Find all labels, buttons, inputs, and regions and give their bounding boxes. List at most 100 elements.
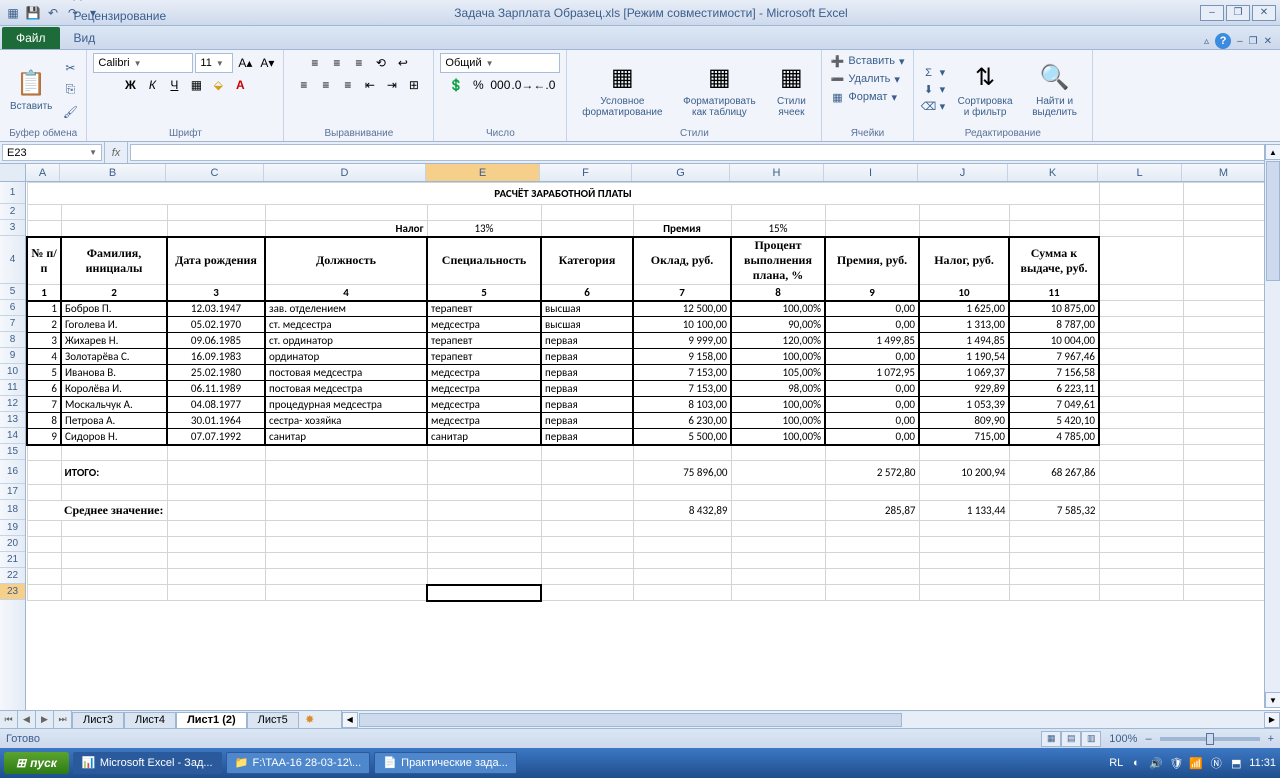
percent-icon[interactable]: % (468, 75, 488, 95)
normal-view-icon[interactable]: ▦ (1041, 731, 1061, 747)
decrease-decimal-icon[interactable]: ←.0 (534, 75, 554, 95)
merge-icon[interactable]: ⊞ (404, 75, 424, 95)
number-format-combo[interactable]: Общий▼ (440, 53, 560, 73)
row-header[interactable]: 10 (0, 364, 25, 380)
help-icon[interactable]: ? (1215, 33, 1231, 49)
row-header[interactable]: 3 (0, 220, 25, 236)
sheet-tab[interactable]: Лист4 (124, 712, 176, 728)
row-header[interactable]: 19 (0, 520, 25, 536)
taskbar-item[interactable]: 📄Практические зада... (374, 752, 517, 774)
cells[interactable]: РАСЧЁТ ЗАРАБОТНОЙ ПЛАТЫНалог13%Премия15%… (26, 182, 1268, 601)
page-break-view-icon[interactable]: ▥ (1081, 731, 1101, 747)
worksheet-grid[interactable]: ABCDEFGHIJKLM 12345678910111213141516171… (0, 164, 1280, 710)
start-button[interactable]: ⊞пуск (4, 752, 69, 774)
tab-last-icon[interactable]: ⏭ (54, 711, 72, 728)
minimize-button[interactable]: – (1200, 5, 1224, 21)
select-all-corner[interactable] (0, 164, 26, 181)
wrap-text-icon[interactable]: ↩ (393, 53, 413, 73)
shrink-font-icon[interactable]: A▾ (257, 53, 277, 73)
row-header[interactable]: 14 (0, 428, 25, 444)
zoom-out-icon[interactable]: – (1145, 733, 1151, 745)
name-box[interactable]: E23▼ (2, 144, 102, 161)
zoom-in-icon[interactable]: + (1268, 733, 1274, 745)
column-header[interactable]: D (264, 164, 426, 181)
excel-icon[interactable]: ▦ (4, 4, 22, 22)
new-sheet-button[interactable]: ✸ (299, 711, 321, 728)
cut-icon[interactable]: ✂ (60, 58, 80, 78)
format-painter-icon[interactable]: 🖌 (60, 102, 80, 122)
column-header[interactable]: M (1182, 164, 1266, 181)
align-bottom-icon[interactable]: ≡ (349, 53, 369, 73)
column-header[interactable]: L (1098, 164, 1182, 181)
close-button[interactable]: ✕ (1252, 5, 1276, 21)
row-header[interactable]: 15 (0, 444, 25, 460)
underline-button[interactable]: Ч (164, 75, 184, 95)
row-header[interactable]: 6 (0, 300, 25, 316)
sheet-tab[interactable]: Лист1 (2) (176, 712, 247, 728)
format-table-button[interactable]: ▦Форматировать как таблицу (675, 60, 763, 120)
align-center-icon[interactable]: ≡ (316, 75, 336, 95)
conditional-formatting-button[interactable]: ▦Условное форматирование (573, 60, 671, 120)
row-header[interactable]: 5 (0, 284, 25, 300)
row-header[interactable]: 7 (0, 316, 25, 332)
fill-button[interactable]: ⬇▾ (920, 82, 948, 98)
italic-button[interactable]: К (142, 75, 162, 95)
align-left-icon[interactable]: ≡ (294, 75, 314, 95)
row-header[interactable]: 20 (0, 536, 25, 552)
fill-color-icon[interactable]: ⬙ (208, 75, 228, 95)
find-select-button[interactable]: 🔍Найти и выделить (1023, 60, 1086, 120)
bold-button[interactable]: Ж (120, 75, 140, 95)
font-color-icon[interactable]: А (230, 75, 250, 95)
scroll-left-icon[interactable]: ◀ (342, 712, 358, 728)
row-header[interactable]: 17 (0, 484, 25, 500)
row-header[interactable]: 4 (0, 236, 25, 284)
tab-next-icon[interactable]: ▶ (36, 711, 54, 728)
autosum-button[interactable]: Σ▾ (920, 65, 948, 81)
insert-cells-button[interactable]: ➕Вставить ▾ (828, 53, 906, 69)
taskbar-item[interactable]: 📁F:\TAA-16 28-03-12\... (226, 752, 371, 774)
currency-icon[interactable]: 💲 (446, 75, 466, 95)
row-header[interactable]: 9 (0, 348, 25, 364)
save-icon[interactable]: 💾 (24, 4, 42, 22)
clock[interactable]: 11:31 (1249, 757, 1276, 769)
column-header[interactable]: G (632, 164, 730, 181)
ribbon-minimize-icon[interactable]: ▵ (1204, 36, 1209, 47)
orientation-icon[interactable]: ⟲ (371, 53, 391, 73)
sheet-tab[interactable]: Лист5 (247, 712, 299, 728)
doc-close-icon[interactable]: ✕ (1264, 36, 1272, 47)
border-icon[interactable]: ▦ (186, 75, 206, 95)
font-size-combo[interactable]: 11▼ (195, 53, 233, 73)
row-header[interactable]: 18 (0, 500, 25, 520)
column-header[interactable]: I (824, 164, 918, 181)
zoom-slider[interactable] (1160, 737, 1260, 741)
scroll-right-icon[interactable]: ▶ (1264, 712, 1280, 728)
column-header[interactable]: J (918, 164, 1008, 181)
vertical-scrollbar[interactable]: ▲ ▼ (1264, 144, 1280, 708)
row-header[interactable]: 12 (0, 396, 25, 412)
column-header[interactable]: H (730, 164, 824, 181)
delete-cells-button[interactable]: ➖Удалить ▾ (828, 71, 902, 87)
column-header[interactable]: K (1008, 164, 1098, 181)
page-layout-view-icon[interactable]: ▤ (1061, 731, 1081, 747)
font-name-combo[interactable]: Calibri▼ (93, 53, 193, 73)
paste-button[interactable]: 📋 Вставить (6, 65, 56, 114)
column-header[interactable]: C (166, 164, 264, 181)
tab-prev-icon[interactable]: ◀ (18, 711, 36, 728)
row-header[interactable]: 23 (0, 584, 25, 600)
column-header[interactable]: E (426, 164, 540, 181)
column-header[interactable]: B (60, 164, 166, 181)
scroll-up-icon[interactable]: ▲ (1265, 144, 1280, 160)
row-header[interactable]: 1 (0, 182, 25, 204)
language-indicator[interactable]: RL (1109, 757, 1123, 769)
increase-decimal-icon[interactable]: .0→ (512, 75, 532, 95)
ribbon-tab[interactable]: Вид (64, 27, 193, 49)
ribbon-tab[interactable]: Рецензирование (64, 5, 193, 27)
row-header[interactable]: 8 (0, 332, 25, 348)
sort-filter-button[interactable]: ⇅Сортировка и фильтр (951, 60, 1019, 120)
undo-icon[interactable]: ↶ (44, 4, 62, 22)
grow-font-icon[interactable]: A▴ (235, 53, 255, 73)
file-tab[interactable]: Файл (2, 27, 60, 49)
column-header[interactable]: A (26, 164, 60, 181)
fx-button[interactable]: fx (104, 142, 128, 163)
formula-input[interactable] (130, 144, 1278, 161)
